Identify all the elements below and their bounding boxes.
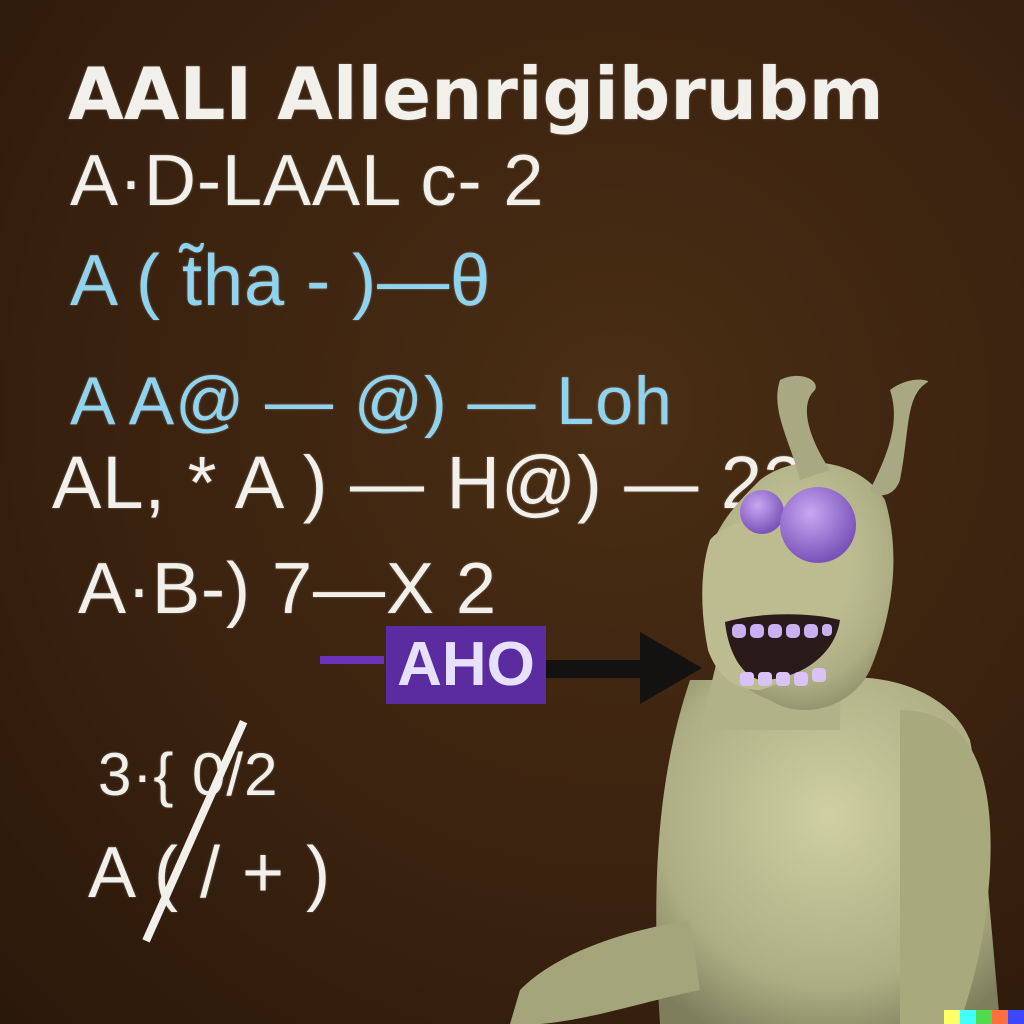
watermark-swatch-5: [1008, 1010, 1024, 1024]
watermark-swatch-2: [960, 1010, 976, 1024]
horned-creature: [510, 375, 1000, 1024]
left-horn: [777, 375, 830, 480]
watermark-strip: [944, 1010, 1024, 1024]
board-title: AALI Allenrigibrubm: [68, 52, 884, 136]
watermark-swatch-4: [992, 1010, 1008, 1024]
watermark-swatch-1: [944, 1010, 960, 1024]
label-dash: [320, 656, 384, 664]
equation-line-6: 3·{ 0/2: [98, 741, 279, 808]
chalkboard: AALI Allenrigibrubm A·D-LAAL c- 2 A ( t̃…: [0, 0, 1024, 1024]
equation-line-7: A ( / + ): [88, 833, 332, 913]
watermark-swatch-3: [976, 1010, 992, 1024]
left-eye: [740, 490, 784, 534]
equation-line-2: A ( t̃ha - )—θ: [70, 241, 492, 321]
equation-line-1: A·D-LAAL c- 2: [70, 141, 545, 221]
right-eye: [780, 487, 856, 563]
right-horn: [870, 379, 929, 496]
equation-line-5: A·B-) 7—X 2: [78, 549, 498, 629]
